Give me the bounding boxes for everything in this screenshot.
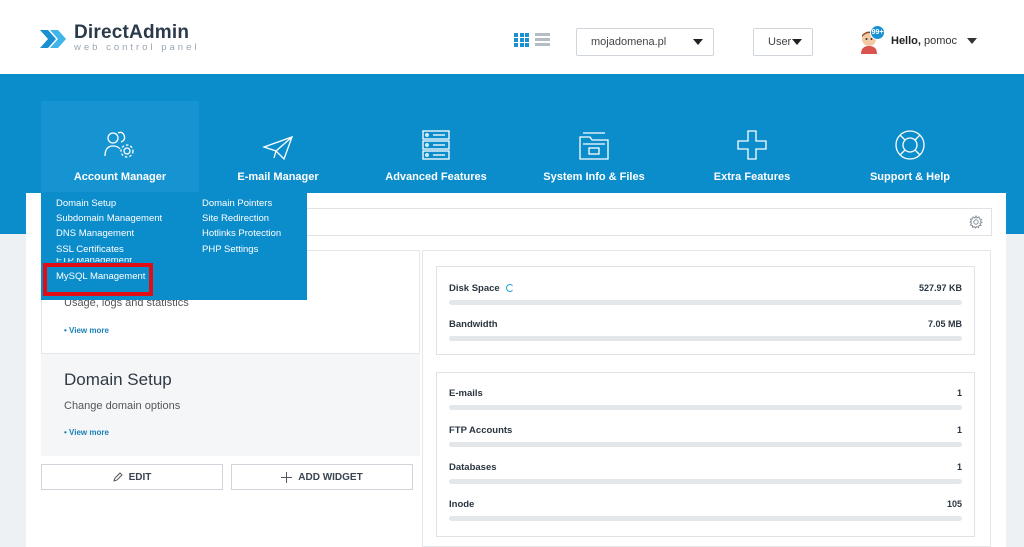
role-select-value: User [768,36,792,48]
nav-label: System Info & Files [543,171,645,183]
stat-label: E-mails [449,388,483,399]
menu-item-dns-management[interactable]: DNS Management [56,226,162,241]
account-manager-icon [41,115,199,163]
card-subtitle: Change domain options [64,400,181,412]
usage-box: Disk Space 527.97 KB Bandwidth 7.05 MB [436,266,975,355]
stat-label: Bandwidth [449,319,498,330]
menu-item-domain-pointers[interactable]: Domain Pointers [202,196,281,211]
domain-select-value: mojadomena.pl [591,36,667,48]
pencil-icon [112,472,123,482]
add-widget-button[interactable]: ADD WIDGET [231,464,413,490]
nav-label: E-mail Manager [237,171,319,183]
notification-badge: 99+ [870,25,885,40]
nav-system-info-files[interactable]: System Info & Files [515,101,673,193]
stat-value: 1 [956,388,962,398]
user-menu[interactable]: 99+ Hello, pomoc [858,25,978,54]
hello-prefix: Hello, [891,35,921,47]
nav-extra-features[interactable]: Extra Features [673,101,831,193]
card-title: Domain Setup [64,370,172,389]
server-icon [357,115,515,163]
progress-bar [449,336,962,341]
dashboard-search-bar[interactable] [266,208,992,236]
view-more-link[interactable]: • View more [64,428,109,437]
grid-view-icon[interactable] [514,33,529,47]
chevron-down-icon [693,39,703,45]
stat-value: 527.97 KB [918,283,962,293]
nav-email-manager[interactable]: E-mail Manager [199,101,357,193]
dropdown-column-2: Domain Pointers Site Redirection Hotlink… [202,196,281,257]
gear-icon[interactable] [969,214,983,234]
highlight-box [43,263,153,296]
progress-bar [449,300,962,305]
nav-label: Extra Features [713,171,791,183]
list-view-icon[interactable] [535,33,550,47]
username: pomoc [924,35,958,47]
chevron-down-icon [967,38,978,44]
logo-title: DirectAdmin [74,22,190,43]
folder-icon [515,115,673,163]
menu-item-php-settings[interactable]: PHP Settings [202,242,281,257]
nav-label: Advanced Features [385,171,487,183]
avatar: 99+ [858,25,885,54]
progress-bar [449,405,962,410]
menu-item-ftp-management[interactable]: FTP Management [56,258,132,262]
view-more-link[interactable]: • View more [64,326,109,335]
nav-support-help[interactable]: Support & Help [831,101,989,193]
refresh-icon[interactable] [505,284,514,292]
progress-bar [449,442,962,447]
menu-item-ssl-certificates[interactable]: SSL Certificates [56,242,162,257]
dropdown-column-1: Domain Setup Subdomain Management DNS Ma… [56,196,162,257]
nav-label: Support & Help [869,171,951,183]
nav-label: Account Manager [73,171,167,183]
plus-icon [673,115,831,163]
domain-select[interactable]: mojadomena.pl [576,28,714,56]
stat-value: 7.05 MB [927,319,962,329]
add-widget-label: ADD WIDGET [298,471,363,483]
logo-chevron-icon [38,24,68,54]
edit-label: EDIT [128,471,152,483]
progress-bar [449,479,962,484]
stat-value: 105 [946,499,962,509]
logo-subtitle: web control panel [74,42,200,53]
stat-value: 1 [956,462,962,472]
edit-button[interactable]: EDIT [41,464,223,490]
plus-icon [281,471,293,483]
counts-box: E-mails 1 FTP Accounts 1 Databases 1 Ino… [436,372,975,537]
menu-item-subdomain-management[interactable]: Subdomain Management [56,211,162,226]
lifebuoy-icon [831,115,989,163]
stat-label: Databases [449,462,497,473]
menu-item-domain-setup[interactable]: Domain Setup [56,196,162,211]
stat-label: Disk Space [449,283,500,294]
menu-item-hotlinks-protection[interactable]: Hotlinks Protection [202,226,281,241]
stat-label: Inode [449,499,475,510]
directadmin-logo[interactable]: DirectAdmin web control panel [38,22,200,54]
paper-plane-icon [199,115,357,163]
nav-advanced-features[interactable]: Advanced Features [357,101,515,193]
stat-value: 1 [956,425,962,435]
top-header: DirectAdmin web control panel mojadomena… [0,0,1024,74]
menu-item-site-redirection[interactable]: Site Redirection [202,211,281,226]
chevron-down-icon [792,39,802,45]
nav-account-manager[interactable]: Account Manager [41,101,199,193]
role-select[interactable]: User [753,28,813,56]
progress-bar [449,516,962,521]
stat-label: FTP Accounts [449,425,513,436]
